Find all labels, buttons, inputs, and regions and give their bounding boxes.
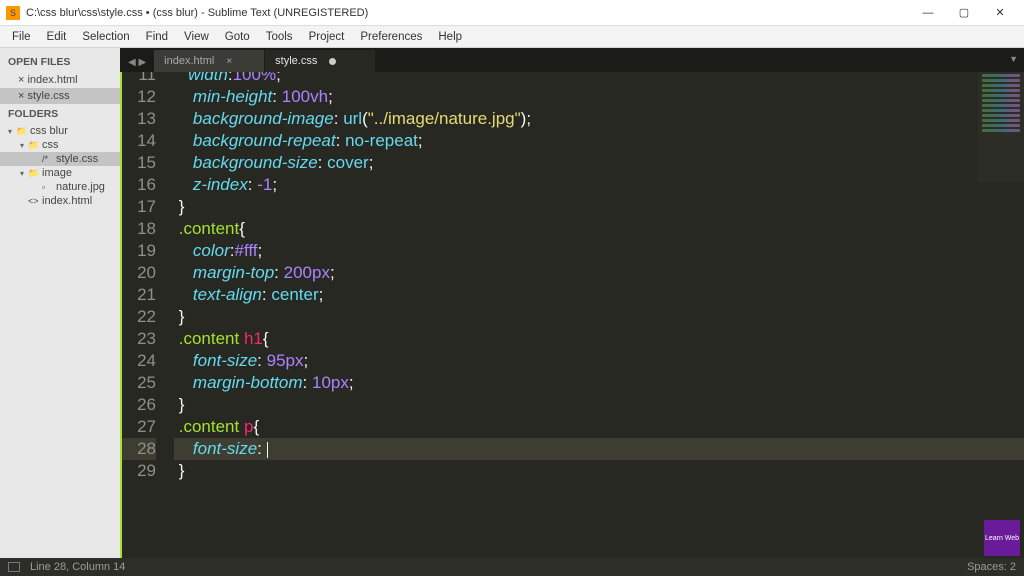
tab-style-css[interactable]: style.css — [265, 50, 375, 72]
cursor-position: Line 28, Column 14 — [30, 561, 125, 573]
tree-item[interactable]: <>index.html — [0, 194, 120, 208]
tab-strip: ◀ ▶ index.html×style.css ▼ — [120, 48, 1024, 72]
indent-info[interactable]: Spaces: 2 — [967, 561, 1016, 573]
tab-dropdown-icon[interactable]: ▼ — [1009, 54, 1018, 64]
tab-nav-arrows[interactable]: ◀ ▶ — [120, 57, 154, 72]
editor-area: ◀ ▶ index.html×style.css ▼ 1112131415161… — [120, 48, 1024, 558]
tree-item[interactable]: ▾📁css — [0, 138, 120, 152]
sidebar: OPEN FILES × index.html× style.css FOLDE… — [0, 48, 120, 558]
menu-view[interactable]: View — [176, 29, 217, 45]
status-bar: Line 28, Column 14 Spaces: 2 — [0, 558, 1024, 576]
minimize-button[interactable]: ― — [910, 0, 946, 26]
tree-item[interactable]: ▾📁css blur — [0, 124, 120, 138]
menu-tools[interactable]: Tools — [258, 29, 301, 45]
maximize-button[interactable]: ▢ — [946, 0, 982, 26]
menu-find[interactable]: Find — [138, 29, 176, 45]
line-gutter: 11121314151617181920212223242526272829 — [120, 72, 168, 558]
open-files-header: OPEN FILES — [0, 52, 120, 72]
menu-preferences[interactable]: Preferences — [352, 29, 430, 45]
menu-help[interactable]: Help — [430, 29, 470, 45]
window-title: C:\css blur\css\style.css • (css blur) -… — [26, 7, 910, 19]
app-icon: S — [6, 6, 20, 20]
menu-edit[interactable]: Edit — [39, 29, 75, 45]
minimap[interactable] — [978, 72, 1024, 182]
tree-item[interactable]: ▾📁image — [0, 166, 120, 180]
panel-toggle-icon[interactable] — [8, 562, 20, 572]
title-bar: S C:\css blur\css\style.css • (css blur)… — [0, 0, 1024, 26]
tab-index-html[interactable]: index.html× — [154, 50, 264, 72]
brand-watermark: Learn Web — [984, 520, 1020, 556]
open-file-item[interactable]: × index.html — [0, 72, 120, 88]
menu-file[interactable]: File — [4, 29, 39, 45]
menu-project[interactable]: Project — [301, 29, 353, 45]
tree-item[interactable]: ▫nature.jpg — [0, 180, 120, 194]
code-editor[interactable]: 11121314151617181920212223242526272829 w… — [120, 72, 1024, 558]
open-file-item[interactable]: × style.css — [0, 88, 120, 104]
code-content[interactable]: width:100%; min-height: 100vh; backgroun… — [168, 72, 1024, 558]
menu-goto[interactable]: Goto — [217, 29, 258, 45]
tree-item[interactable]: /*style.css — [0, 152, 120, 166]
menu-selection[interactable]: Selection — [74, 29, 137, 45]
menu-bar: FileEditSelectionFindViewGotoToolsProjec… — [0, 26, 1024, 48]
folders-header: FOLDERS — [0, 104, 120, 124]
close-button[interactable]: ✕ — [982, 0, 1018, 26]
